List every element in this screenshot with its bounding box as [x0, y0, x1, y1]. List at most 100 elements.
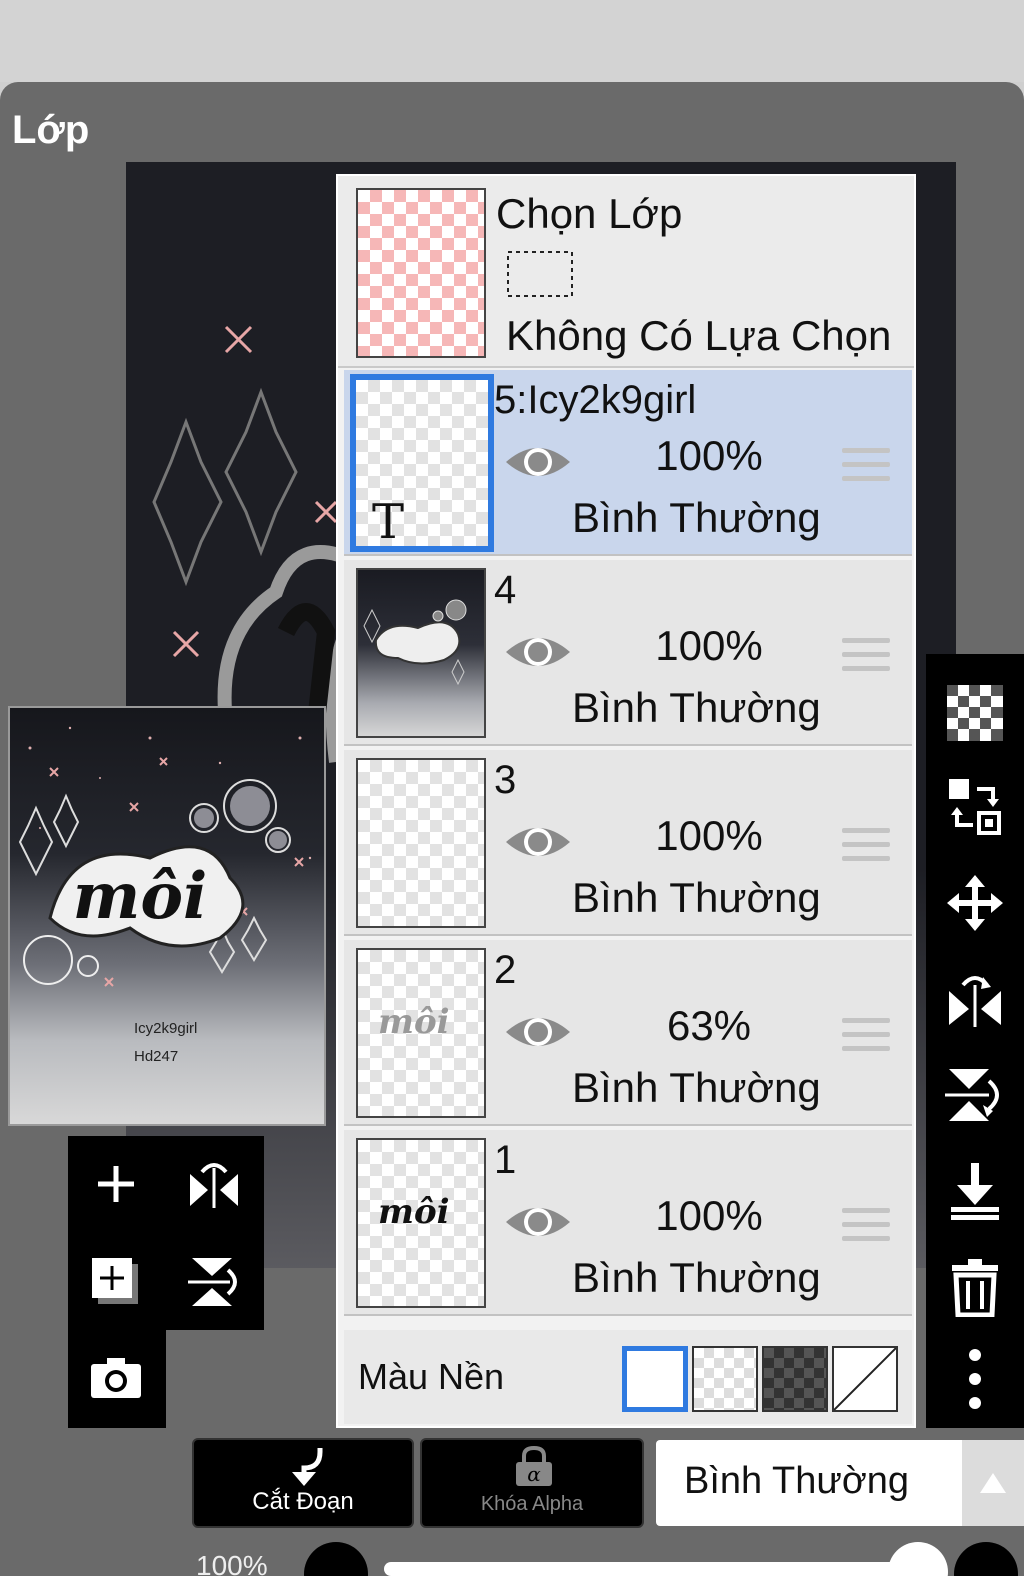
layer-blend-mode: Bình Thường: [572, 684, 821, 731]
zoom-slider-knob[interactable]: [888, 1542, 948, 1576]
svg-text:α: α: [527, 1462, 541, 1486]
flip-vertical-icon: [188, 1258, 237, 1306]
layers-panel: Lớp môi Icy2k9girl Hd247 Chọn Lớp Không …: [0, 82, 1024, 1576]
text-layer-icon: T: [372, 494, 405, 550]
lock-icon: α: [516, 1446, 552, 1486]
layer-blend-mode: Bình Thường: [572, 494, 821, 541]
flip-vertical-right-button[interactable]: [940, 1060, 1010, 1130]
left-toolbar: [68, 1136, 264, 1330]
drag-handle-icon[interactable]: [842, 448, 890, 488]
visibility-eye-icon[interactable]: [504, 820, 572, 864]
layer-name: 1: [494, 1138, 517, 1182]
layer-thumb-text: môi: [378, 1002, 450, 1042]
drag-handle-icon[interactable]: [842, 1018, 890, 1058]
flip-vertical-button[interactable]: [166, 1234, 262, 1330]
preview-art-text: môi: [73, 859, 208, 934]
clip-button[interactable]: Cắt Đoạn: [192, 1438, 414, 1528]
clip-arrow-icon: [292, 1448, 323, 1486]
camera-button[interactable]: [68, 1330, 164, 1426]
visibility-eye-icon[interactable]: [504, 1010, 572, 1054]
preview-caption-2: Hd247: [134, 1048, 179, 1065]
swap-button[interactable]: [940, 772, 1010, 842]
bg-swatch-none[interactable]: [832, 1346, 898, 1412]
camera-icon: [91, 1358, 141, 1398]
top-strip: [0, 0, 1024, 82]
layer-name: 4: [494, 568, 517, 612]
delete-layer-button[interactable]: [940, 1252, 1010, 1322]
visibility-eye-icon[interactable]: [504, 440, 572, 484]
layer-thumbnail: [356, 758, 486, 928]
layer-opacity[interactable]: 100%: [644, 432, 774, 480]
selection-layer-row[interactable]: Chọn Lớp Không Có Lựa Chọn: [338, 176, 914, 368]
layer-row-2[interactable]: môi 2 63% Bình Thường: [344, 940, 912, 1126]
add-copy-layer-icon: [92, 1258, 138, 1304]
zoom-row: 100%: [0, 1542, 1024, 1576]
blend-mode-value: Bình Thường: [684, 1460, 910, 1502]
selection-title: Chọn Lớp: [496, 190, 683, 237]
layer-thumbnail: [356, 568, 486, 738]
layer-thumbnail: T: [350, 374, 494, 552]
clip-label: Cắt Đoạn: [252, 1488, 354, 1515]
add-copy-layer-button[interactable]: [68, 1234, 164, 1330]
panel-title: Lớp: [12, 108, 90, 152]
layer-row-5[interactable]: T 5:Icy2k9girl 100% Bình Thường: [344, 370, 912, 556]
add-layer-icon: [98, 1166, 134, 1202]
zoom-in-button[interactable]: [954, 1542, 1018, 1576]
flip-horizontal-right-button[interactable]: [940, 964, 1010, 1034]
layer-thumbnail: môi: [356, 948, 486, 1118]
layer-name: 5:Icy2k9girl: [494, 378, 697, 422]
layer-list: Chọn Lớp Không Có Lựa Chọn T 5:Icy2k9gir…: [336, 174, 916, 1428]
drag-handle-icon[interactable]: [842, 1208, 890, 1248]
layer-row-1[interactable]: môi 1 100% Bình Thường: [344, 1130, 912, 1316]
layer-blend-mode: Bình Thường: [572, 874, 821, 921]
blend-mode-select[interactable]: Bình Thường: [656, 1440, 962, 1526]
move-button[interactable]: [940, 868, 1010, 938]
preview-caption-1: Icy2k9girl: [134, 1020, 198, 1037]
layer-opacity[interactable]: 100%: [644, 1192, 774, 1240]
selection-thumbnail: [356, 188, 486, 358]
triangle-up-icon: [980, 1473, 1006, 1493]
layer-thumb-text: môi: [378, 1192, 450, 1232]
merge-down-button[interactable]: [940, 1156, 1010, 1226]
selection-marquee-icon: [507, 251, 573, 297]
zoom-out-button[interactable]: [304, 1542, 368, 1576]
visibility-eye-icon[interactable]: [504, 630, 572, 674]
layer-blend-mode: Bình Thường: [572, 1254, 821, 1301]
camera-tool: [68, 1330, 166, 1428]
flip-vertical-icon: [945, 1069, 999, 1121]
layer-row-3[interactable]: 3 100% Bình Thường: [344, 750, 912, 936]
layer-opacity[interactable]: 63%: [644, 1002, 774, 1050]
layer-blend-mode: Bình Thường: [572, 1064, 821, 1111]
drag-handle-icon[interactable]: [842, 638, 890, 678]
layer-opacity[interactable]: 100%: [644, 812, 774, 860]
bg-swatch-dark-checker[interactable]: [762, 1346, 828, 1412]
background-color-row: Màu Nền: [344, 1330, 912, 1424]
blend-mode-dropdown-button[interactable]: [962, 1440, 1024, 1526]
background-label: Màu Nền: [358, 1356, 505, 1397]
flip-horizontal-button[interactable]: [166, 1136, 262, 1232]
add-layer-button[interactable]: [68, 1136, 164, 1232]
bg-swatch-light-checker[interactable]: [692, 1346, 758, 1412]
selection-status: Không Có Lựa Chọn: [506, 312, 892, 359]
zoom-value: 100%: [196, 1550, 268, 1576]
transparency-icon: [947, 685, 1003, 741]
drag-handle-icon[interactable]: [842, 828, 890, 868]
right-toolbar: [926, 654, 1024, 1428]
flip-horizontal-icon: [190, 1163, 238, 1208]
swap-icon: [949, 779, 1001, 835]
layer-opacity[interactable]: 100%: [644, 622, 774, 670]
bg-swatch-white[interactable]: [622, 1346, 688, 1412]
layer-name: 3: [494, 758, 517, 802]
transparency-button[interactable]: [940, 678, 1010, 748]
flip-horizontal-icon: [949, 976, 1001, 1027]
canvas-preview: môi Icy2k9girl Hd247: [8, 706, 326, 1126]
visibility-eye-icon[interactable]: [504, 1200, 572, 1244]
zoom-slider[interactable]: [384, 1562, 904, 1576]
trash-icon: [952, 1259, 998, 1317]
merge-down-icon: [951, 1163, 999, 1220]
alpha-lock-button[interactable]: α Khóa Alpha: [420, 1438, 644, 1528]
layer-row-4[interactable]: 4 100% Bình Thường: [344, 560, 912, 746]
layer-name: 2: [494, 948, 517, 992]
more-options-button[interactable]: [940, 1344, 1010, 1414]
move-icon: [947, 875, 1003, 931]
